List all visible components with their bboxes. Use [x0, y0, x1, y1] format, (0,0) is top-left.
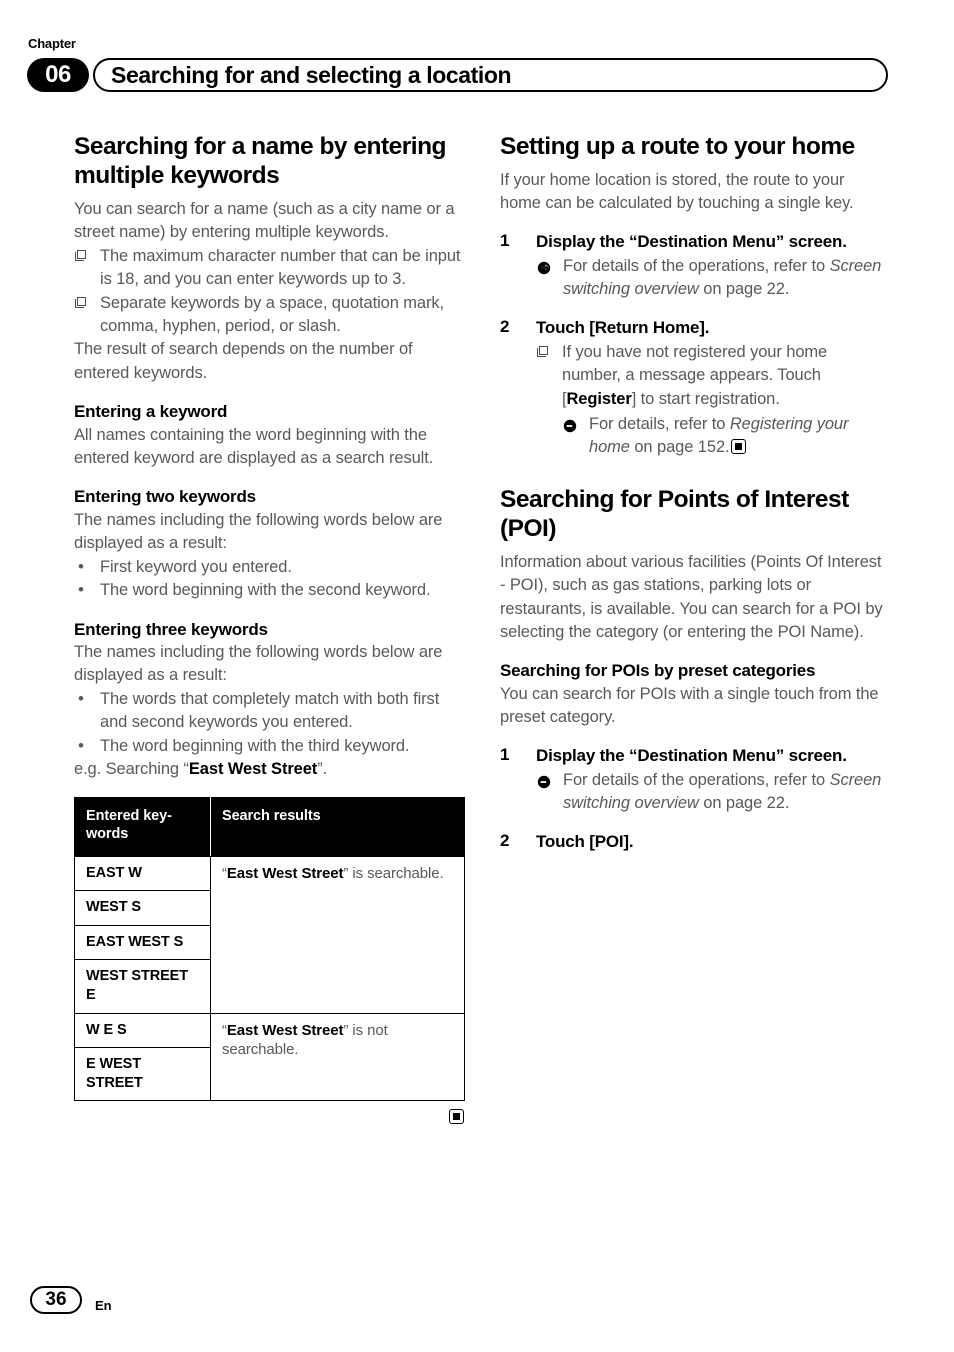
subheading-entering-three-keywords: Entering three keywords — [74, 619, 268, 639]
section-heading-poi: Searching for Points of Interest (POI) — [500, 485, 849, 542]
note-square-icon — [75, 249, 86, 261]
step-title: Display the “Destination Menu” screen. — [536, 231, 847, 251]
page-number: 36 — [30, 1286, 82, 1314]
keyword-cell: W E S — [74, 1012, 211, 1049]
xref-prefix: For details of the operations, refer to — [563, 256, 830, 275]
step-number: 2 — [500, 830, 510, 850]
result-note-paragraph: The result of search depends on the numb… — [74, 340, 413, 382]
note-text: Separate keywords by a space, quotation … — [100, 293, 445, 335]
result-cell: “East West Street” is not searchable. — [210, 1012, 465, 1102]
xref-prefix: For details of the operations, refer to — [563, 770, 830, 789]
section-heading-multiple-keywords: Searching for a name by entering multipl… — [74, 133, 447, 189]
subsection-body: All names containing the word beginning … — [74, 425, 434, 467]
keyword-search-results-table: Entered key-words Search results EAST W … — [74, 797, 465, 1102]
subsection-body: You can search for POIs with a single to… — [500, 684, 879, 727]
note-bold: Register — [566, 389, 632, 408]
manual-page: Chapter 06 Searching for and selecting a… — [0, 0, 954, 1352]
subheading-entering-two-keywords: Entering two keywords — [74, 487, 256, 507]
end-of-section-row — [74, 1109, 464, 1127]
arrow-circle-right-icon — [563, 417, 577, 433]
table-header-row: Entered key-words Search results — [74, 797, 465, 857]
example-paragraph: e.g. Searching “East West Street”. — [74, 758, 462, 781]
note-text: The maximum character number that can be… — [100, 246, 461, 289]
keyword-cell: EAST WEST S — [74, 924, 211, 961]
result-cell: “East West Street” is searchable. — [210, 855, 465, 1014]
xref-suffix: on page 152. — [629, 438, 730, 457]
xref-suffix: on page 22. — [698, 794, 790, 813]
step-title: Display the “Destination Menu” screen. — [536, 745, 847, 765]
step-number: 2 — [500, 316, 510, 336]
keyword-cell: WEST STREET E — [74, 959, 211, 1014]
arrow-circle-right-icon — [537, 773, 551, 788]
list-item: First keyword you entered. — [74, 555, 462, 580]
cross-reference: For details of the operations, refer to … — [536, 769, 888, 816]
step-item: 1 Display the “Destination Menu” screen.… — [500, 231, 888, 302]
language-code: En — [95, 1298, 112, 1313]
chapter-number-badge: 06 — [27, 58, 89, 92]
list-item: The word beginning with the third keywor… — [74, 734, 462, 759]
result-text: is searchable. — [348, 864, 444, 882]
intro-paragraph: If your home location is stored, the rou… — [500, 170, 854, 213]
cross-reference: For details of the operations, refer to … — [536, 255, 888, 302]
chapter-title-pill: Searching for and selecting a location — [93, 58, 888, 92]
keyword-cell: EAST W — [74, 855, 211, 892]
intro-paragraph: Information about various facilities (Po… — [500, 552, 883, 641]
example-prefix: e.g. Searching “ — [74, 760, 189, 778]
cross-reference: For details, refer to Registering your h… — [562, 413, 888, 460]
note-item: Separate keywords by a space, quotation … — [74, 292, 462, 339]
note-square-icon — [537, 345, 548, 357]
note-suffix: ] to start registration. — [631, 389, 780, 408]
table-row: W E S “East West Street” is not searchab… — [74, 1012, 465, 1102]
xref-prefix: For details, refer to — [589, 415, 730, 434]
arrow-circle-right-icon — [537, 259, 551, 275]
step-number: 1 — [500, 744, 510, 764]
left-column: Searching for a name by entering multipl… — [74, 133, 465, 1127]
list-item: The word beginning with the second keywo… — [74, 578, 462, 603]
step-number: 1 — [500, 230, 510, 250]
step-item: 2 Touch [Return Home]. If you have not r… — [500, 317, 888, 460]
column-header-entered-keywords: Entered key-words — [74, 797, 211, 857]
step-title: Touch [POI]. — [536, 831, 634, 851]
subsection-body: The names including the following words … — [74, 510, 443, 553]
end-of-section-marker-icon — [730, 439, 746, 455]
note-item: The maximum character number that can be… — [74, 245, 462, 292]
column-header-search-results: Search results — [210, 797, 465, 857]
note-item: If you have not registered your home num… — [536, 341, 888, 460]
subheading-entering-a-keyword: Entering a keyword — [74, 402, 228, 422]
chapter-label: Chapter — [28, 36, 76, 51]
xref-suffix: on page 22. — [698, 280, 790, 299]
bullet-list-two-keywords: First keyword you entered. The word begi… — [74, 555, 462, 603]
result-bold: East West Street — [226, 864, 344, 882]
subsection-body: The names including the following words … — [74, 642, 443, 685]
end-of-section-marker-icon — [449, 1109, 464, 1125]
example-bold: East West Street — [188, 760, 318, 778]
note-square-icon — [75, 296, 86, 308]
example-suffix: ”. — [317, 760, 328, 778]
page-title: Searching for and selecting a location — [111, 61, 512, 88]
step-item: 1 Display the “Destination Menu” screen.… — [500, 745, 888, 816]
bullet-list-three-keywords: The words that completely match with bot… — [74, 687, 462, 759]
keyword-cell: E WEST STREET — [74, 1047, 211, 1102]
table-row: EAST W “East West Street” is searchable. — [74, 855, 465, 1014]
list-item: The words that completely match with bot… — [74, 687, 462, 735]
keyword-cell: WEST S — [74, 890, 211, 926]
subheading-preset-categories: Searching for POIs by preset categories — [500, 661, 816, 681]
step-title: Touch [Return Home]. — [536, 317, 710, 337]
section-heading-route-to-home: Setting up a route to your home — [500, 133, 855, 160]
right-column: Setting up a route to your home If your … — [500, 133, 888, 853]
result-bold: East West Street — [226, 1021, 344, 1039]
step-item: 2 Touch [POI]. — [500, 831, 888, 853]
intro-paragraph: You can search for a name (such as a cit… — [74, 199, 455, 242]
